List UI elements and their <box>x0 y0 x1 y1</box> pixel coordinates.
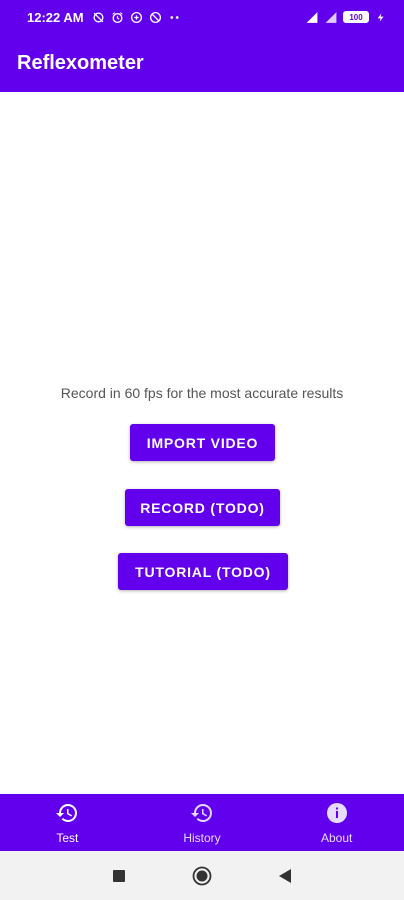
info-icon <box>325 801 349 828</box>
home-button[interactable] <box>187 861 217 891</box>
alarm-icon <box>111 10 125 24</box>
recents-button[interactable] <box>104 861 134 891</box>
nav-item-history[interactable]: History <box>135 794 270 851</box>
sync-off-icon <box>92 10 106 24</box>
battery-icon: 100 <box>343 11 369 23</box>
tutorial-button[interactable]: TUTORIAL (TODO) <box>118 553 288 590</box>
main-content: Record in 60 fps for the most accurate r… <box>0 92 404 794</box>
charging-icon <box>374 10 388 24</box>
history-icon <box>55 801 79 828</box>
import-video-button[interactable]: IMPORT VIDEO <box>130 424 275 461</box>
status-left-icons <box>92 10 182 24</box>
more-dots-icon <box>168 10 182 24</box>
status-bar: 12:22 AM 100 <box>0 0 404 34</box>
system-navigation-bar <box>0 851 404 900</box>
app-bar: Reflexometer <box>0 34 404 92</box>
wifi-icon <box>324 10 338 24</box>
nav-label-history: History <box>183 830 221 845</box>
status-time: 12:22 AM <box>27 9 84 25</box>
status-right-icons: 100 <box>305 10 388 24</box>
data-saver-icon <box>149 10 163 24</box>
vpn-icon <box>130 10 144 24</box>
fps-hint-text: Record in 60 fps for the most accurate r… <box>60 385 344 401</box>
record-button[interactable]: RECORD (TODO) <box>125 489 280 526</box>
history-icon <box>190 801 214 828</box>
nav-label-test: Test <box>56 830 79 845</box>
back-button[interactable] <box>270 861 300 891</box>
app-title: Reflexometer <box>17 51 144 74</box>
nav-item-about[interactable]: About <box>269 794 404 851</box>
bottom-navigation: Test History About <box>0 794 404 851</box>
nav-item-test[interactable]: Test <box>0 794 135 851</box>
signal-icon <box>305 10 319 24</box>
nav-label-about: About <box>321 830 353 845</box>
